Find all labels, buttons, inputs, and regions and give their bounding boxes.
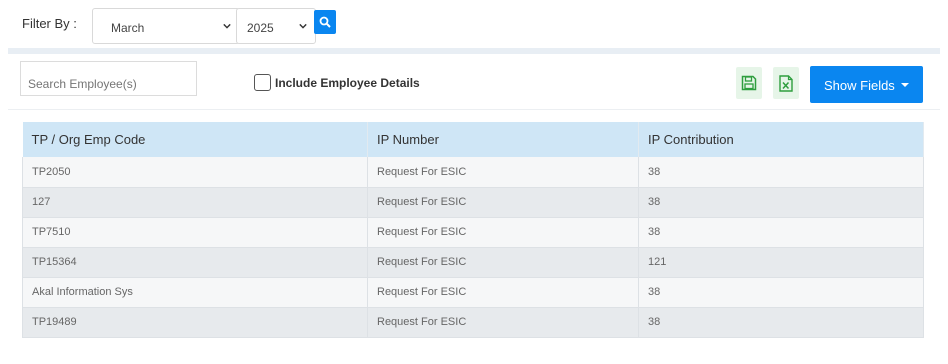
cell-emp-code: TP15364 — [22, 247, 368, 278]
table-row[interactable]: TP15364 Request For ESIC 121 — [22, 247, 924, 278]
table-row[interactable]: TP2050 Request For ESIC 38 — [22, 157, 924, 188]
year-select[interactable]: 2025 — [236, 8, 316, 44]
show-fields-label: Show Fields — [824, 78, 895, 93]
chevron-down-icon — [223, 23, 231, 29]
column-header-ip-number[interactable]: IP Number — [367, 122, 639, 157]
cell-ip-number: Request For ESIC — [367, 277, 639, 308]
contribution-table: TP / Org Emp Code IP Number IP Contribut… — [22, 122, 924, 338]
month-select-value: March — [111, 21, 145, 35]
cell-ip-number: Request For ESIC — [367, 157, 639, 188]
column-header-ip-contribution[interactable]: IP Contribution — [638, 122, 924, 157]
include-details-checkbox[interactable] — [254, 74, 271, 91]
cell-ip-number: Request For ESIC — [367, 187, 639, 218]
floppy-disk-icon — [741, 75, 757, 91]
cell-ip-contribution: 38 — [638, 307, 924, 338]
table-row[interactable]: Akal Information Sys Request For ESIC 38 — [22, 277, 924, 308]
filter-bar: Filter By : March 2025 — [8, 0, 940, 48]
cell-emp-code: TP19489 — [22, 307, 368, 338]
toolbar: Include Employee Details Show Fields — [8, 54, 940, 110]
year-select-value: 2025 — [247, 21, 274, 35]
chevron-down-icon — [299, 23, 307, 29]
caret-down-icon — [901, 83, 909, 87]
table-row[interactable]: TP7510 Request For ESIC 38 — [22, 217, 924, 248]
show-fields-button[interactable]: Show Fields — [810, 66, 923, 103]
cell-emp-code: 127 — [22, 187, 368, 218]
export-excel-button[interactable] — [773, 67, 799, 99]
cell-ip-number: Request For ESIC — [367, 217, 639, 248]
table-row[interactable]: 127 Request For ESIC 38 — [22, 187, 924, 218]
cell-ip-contribution: 121 — [638, 247, 924, 278]
save-button[interactable] — [736, 67, 762, 99]
cell-ip-number: Request For ESIC — [367, 307, 639, 338]
cell-ip-contribution: 38 — [638, 217, 924, 248]
excel-file-icon — [779, 75, 793, 92]
cell-ip-contribution: 38 — [638, 277, 924, 308]
cell-ip-number: Request For ESIC — [367, 247, 639, 278]
search-icon — [319, 16, 331, 28]
filter-search-button[interactable] — [314, 10, 336, 34]
cell-ip-contribution: 38 — [638, 157, 924, 188]
cell-ip-contribution: 38 — [638, 187, 924, 218]
cell-emp-code: Akal Information Sys — [22, 277, 368, 308]
employee-search-input[interactable] — [20, 61, 197, 96]
table-row[interactable]: TP19489 Request For ESIC 38 — [22, 307, 924, 338]
include-details-label[interactable]: Include Employee Details — [275, 76, 420, 90]
cell-emp-code: TP7510 — [22, 217, 368, 248]
month-select[interactable]: March — [92, 8, 240, 44]
cell-emp-code: TP2050 — [22, 157, 368, 188]
table-header-row: TP / Org Emp Code IP Number IP Contribut… — [22, 122, 924, 157]
column-header-emp-code[interactable]: TP / Org Emp Code — [22, 122, 368, 157]
filter-label: Filter By : — [22, 16, 77, 31]
